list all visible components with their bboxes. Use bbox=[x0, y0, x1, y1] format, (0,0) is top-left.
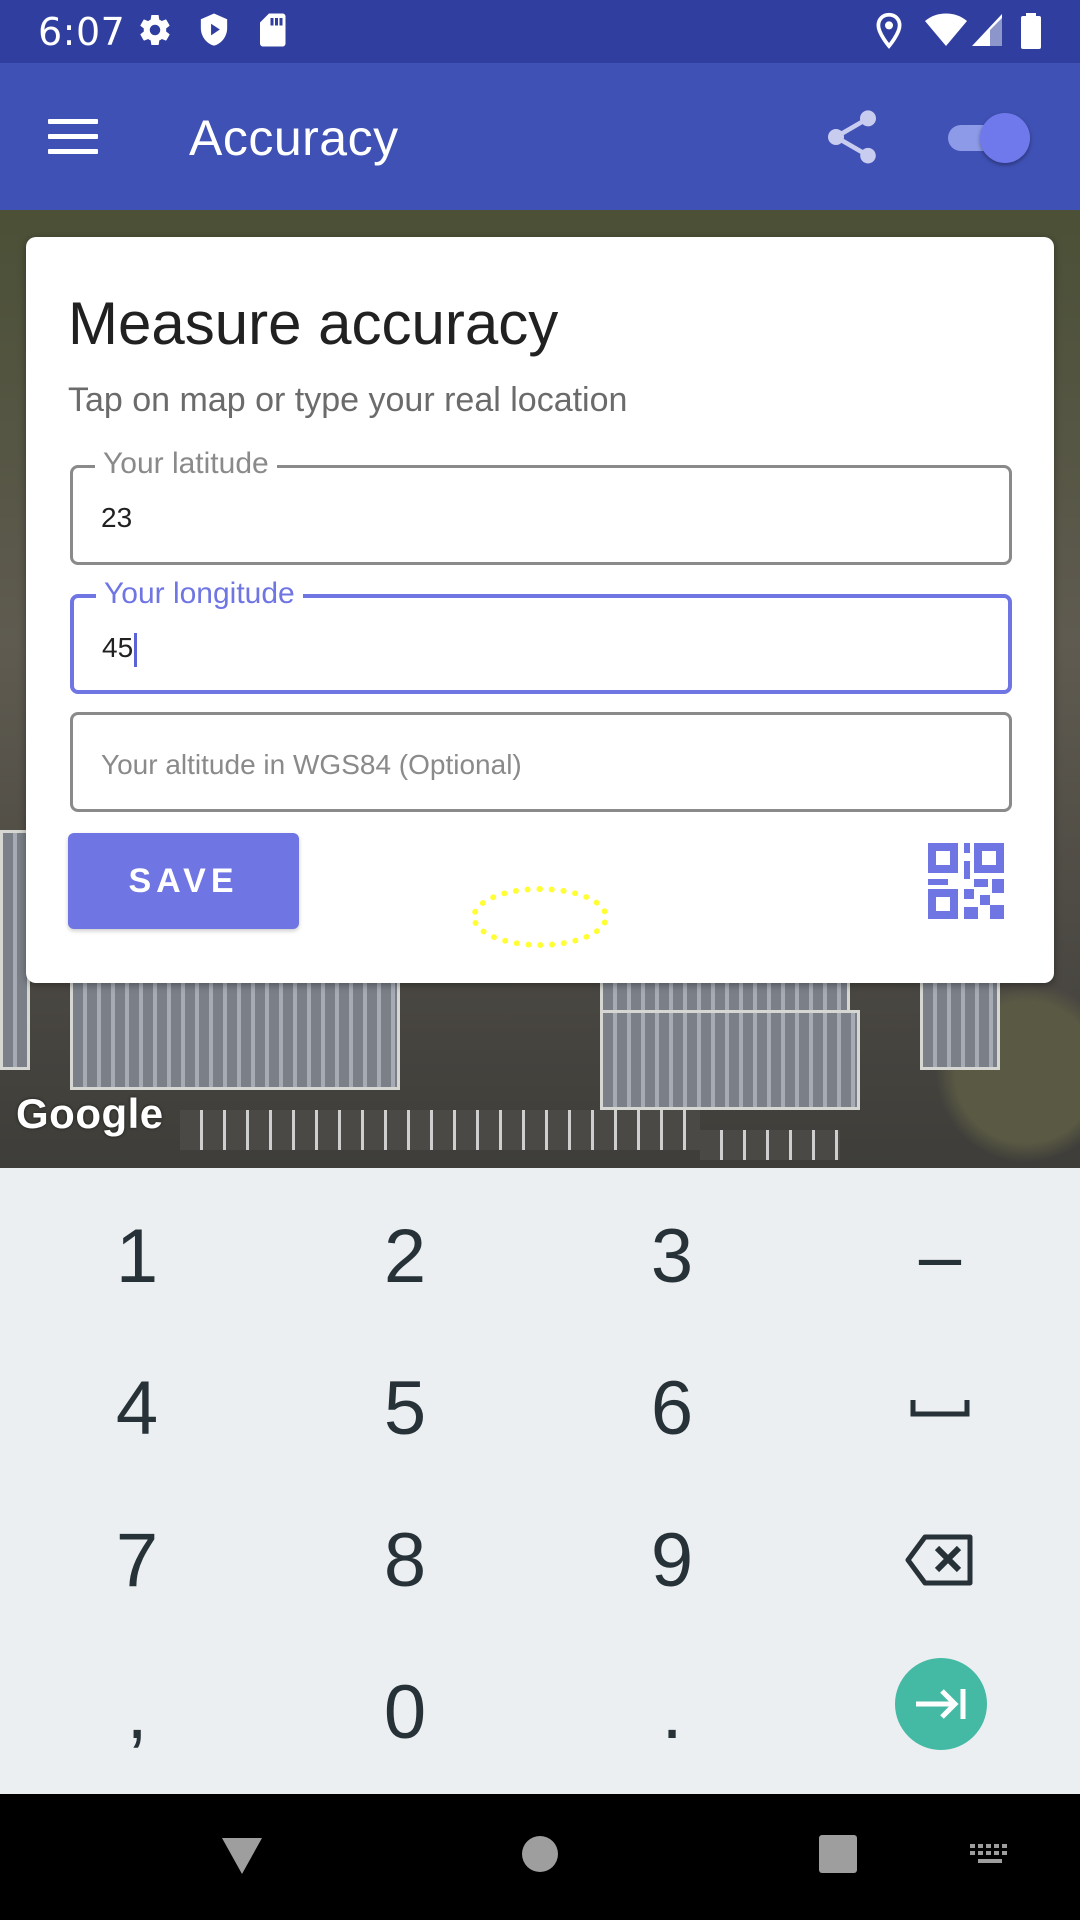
status-time: 6:07 bbox=[38, 10, 126, 54]
toggle-thumb bbox=[980, 113, 1030, 163]
page-title: Accuracy bbox=[189, 110, 399, 166]
shield-icon bbox=[200, 13, 228, 46]
altitude-placeholder: Your altitude in WGS84 (Optional) bbox=[101, 749, 522, 780]
key-6[interactable]: 6 bbox=[572, 1338, 772, 1478]
key-5[interactable]: 5 bbox=[305, 1338, 505, 1478]
latitude-value: 23 bbox=[101, 502, 133, 533]
space-icon bbox=[910, 1400, 970, 1417]
longitude-value-wrap: 45 bbox=[102, 632, 138, 667]
key-8[interactable]: 8 bbox=[305, 1490, 505, 1630]
numeric-keyboard: 1 2 3 – 4 5 6 7 8 9 , 0 . bbox=[0, 1168, 1080, 1794]
key-3[interactable]: 3 bbox=[572, 1186, 772, 1326]
signal-icon bbox=[972, 14, 1002, 46]
text-caret bbox=[134, 632, 138, 667]
map-building bbox=[920, 980, 1000, 1070]
key-1[interactable]: 1 bbox=[37, 1186, 237, 1326]
recents-icon[interactable] bbox=[818, 1834, 858, 1874]
save-button[interactable]: SAVE bbox=[68, 833, 299, 929]
measure-accuracy-card: Measure accuracy Tap on map or type your… bbox=[26, 237, 1054, 983]
next-key[interactable] bbox=[895, 1658, 987, 1750]
key-7[interactable]: 7 bbox=[37, 1490, 237, 1630]
navigation-bar bbox=[0, 1794, 1080, 1920]
home-icon[interactable] bbox=[520, 1834, 560, 1874]
enable-toggle[interactable] bbox=[946, 111, 1032, 163]
key-period[interactable]: . bbox=[572, 1642, 772, 1782]
longitude-label: Your longitude bbox=[96, 574, 303, 614]
tap-indicator bbox=[471, 886, 609, 948]
app-bar: Accuracy bbox=[0, 63, 1080, 210]
map-building bbox=[600, 1010, 860, 1110]
wifi-icon bbox=[925, 13, 967, 46]
keyboard-switch-icon[interactable] bbox=[968, 1842, 1012, 1870]
backspace-icon bbox=[905, 1534, 973, 1586]
card-title: Measure accuracy bbox=[68, 290, 559, 357]
key-2[interactable]: 2 bbox=[305, 1186, 505, 1326]
latitude-label: Your latitude bbox=[95, 444, 277, 484]
hamburger-menu-icon[interactable] bbox=[48, 119, 98, 155]
key-9[interactable]: 9 bbox=[572, 1490, 772, 1630]
card-subtitle: Tap on map or type your real location bbox=[68, 381, 628, 419]
map-parking-lot bbox=[180, 1110, 700, 1150]
longitude-field[interactable]: Your longitude 45 bbox=[70, 574, 1012, 694]
map-building bbox=[70, 980, 400, 1090]
settings-icon bbox=[140, 15, 170, 46]
tab-next-icon bbox=[916, 1689, 966, 1719]
longitude-value: 45 bbox=[102, 632, 134, 663]
latitude-field[interactable]: Your latitude 23 bbox=[70, 444, 1012, 565]
location-pin-icon bbox=[876, 12, 902, 49]
backspace-key[interactable] bbox=[840, 1490, 1040, 1630]
qr-code-icon[interactable] bbox=[928, 843, 1004, 919]
altitude-field[interactable]: Your altitude in WGS84 (Optional) bbox=[70, 712, 1012, 812]
share-icon[interactable] bbox=[820, 103, 884, 171]
key-0[interactable]: 0 bbox=[305, 1642, 505, 1782]
status-bar: 6:07 bbox=[0, 0, 1080, 63]
key-comma[interactable]: , bbox=[37, 1642, 237, 1782]
key-minus[interactable]: – bbox=[840, 1186, 1040, 1326]
map-parking-lot bbox=[700, 1130, 840, 1160]
google-attribution: Google bbox=[16, 1090, 164, 1137]
battery-icon bbox=[1021, 13, 1041, 49]
back-icon[interactable] bbox=[218, 1834, 266, 1878]
sd-card-icon bbox=[260, 13, 286, 47]
space-key[interactable] bbox=[840, 1338, 1040, 1478]
key-4[interactable]: 4 bbox=[37, 1338, 237, 1478]
